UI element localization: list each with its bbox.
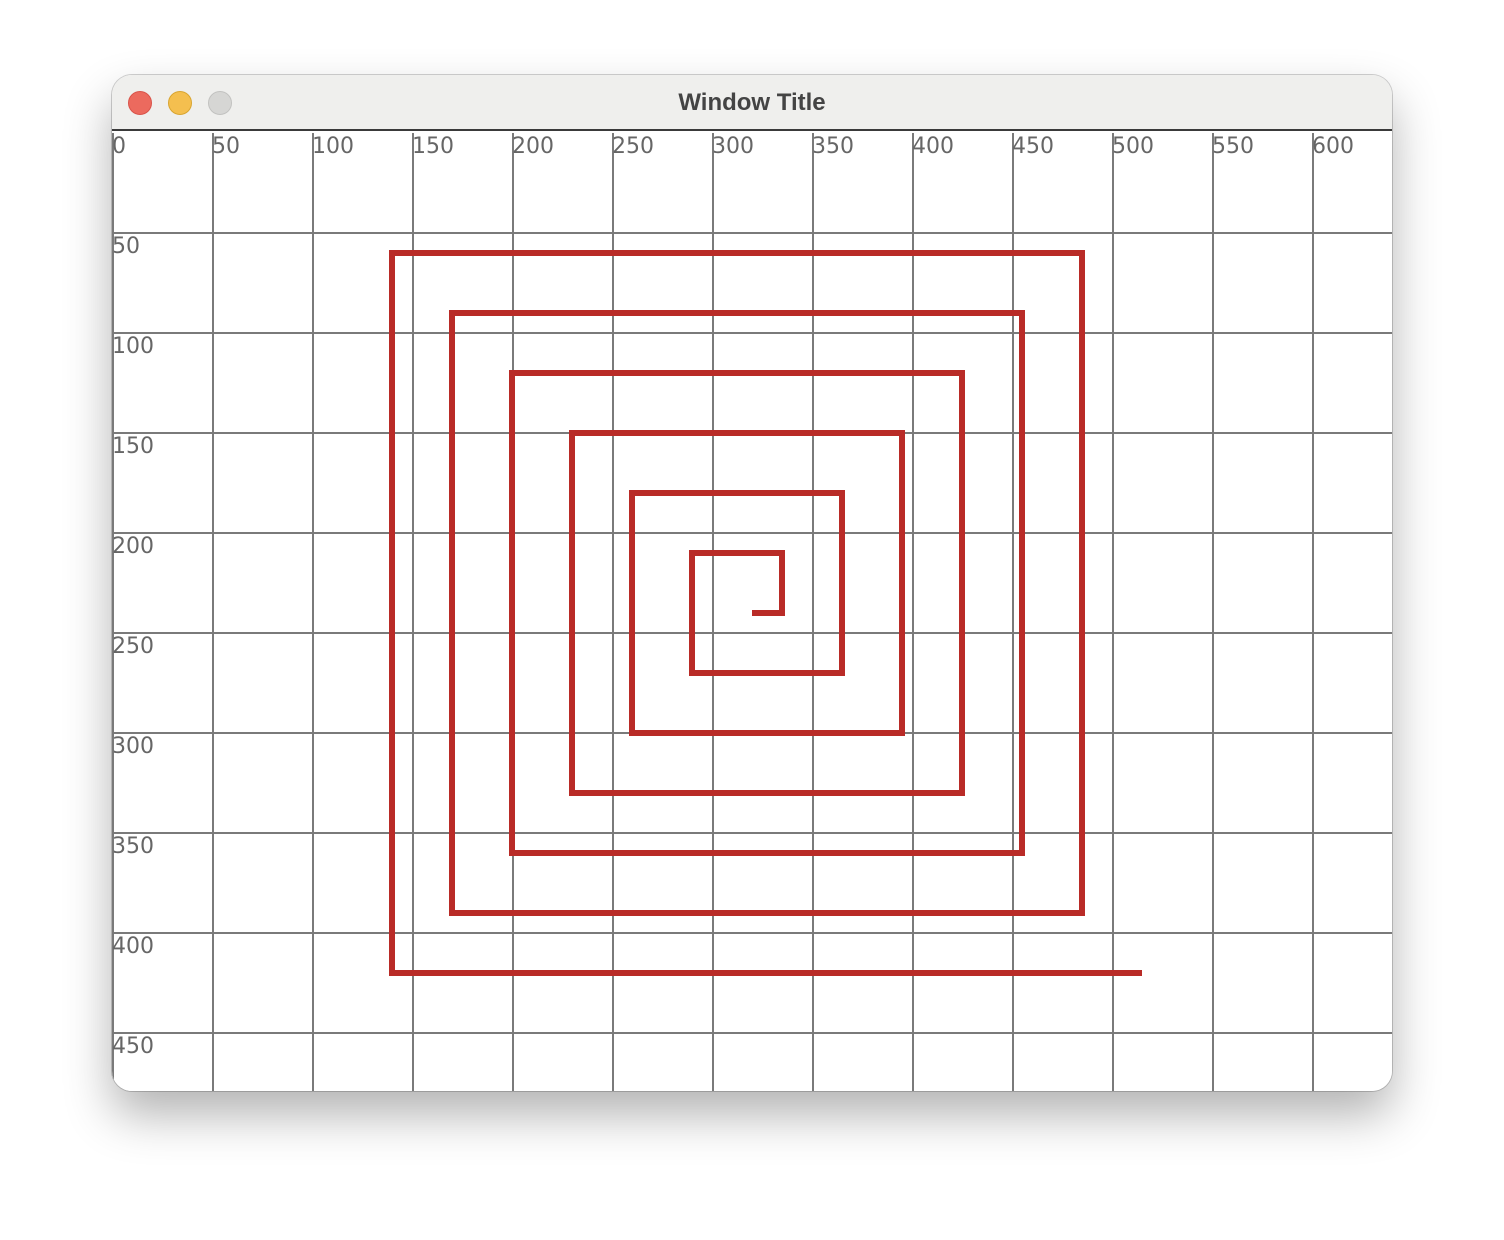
x-tick-label: 50 [212,134,240,159]
x-tick-label: 550 [1212,134,1254,159]
x-tick-label: 300 [712,134,754,159]
y-tick-label: 400 [112,934,154,959]
x-tick-label: 400 [912,134,954,159]
drawing-canvas: 0 50 100 150 200 250 300 350 400 450 500 550 600 50 1… [112,133,1392,1091]
x-tick-label: 450 [1012,134,1054,159]
y-tick-label: 150 [112,434,154,459]
x-tick-label: 600 [1312,134,1354,159]
x-axis-labels: 0 50 100 150 200 250 300 350 400 450 500 550 600 [112,134,1354,159]
x-tick-label: 150 [412,134,454,159]
x-tick-label: 200 [512,134,554,159]
spiral-path [389,250,1142,976]
spiral-layer [389,250,1142,976]
x-tick-label: 0 [112,134,126,159]
y-tick-label: 300 [112,734,154,759]
title-bar[interactable]: Window Title [112,75,1392,131]
window-title: Window Title [678,89,826,116]
y-tick-label: 350 [112,834,154,859]
y-tick-label: 250 [112,634,154,659]
x-tick-label: 100 [312,134,354,159]
grid-canvas-svg: 0 50 100 150 200 250 300 350 400 450 500 550 600 50 1… [112,133,1392,1091]
y-axis-labels: 50 100 150 200 250 300 350 400 450 [112,234,154,1059]
y-tick-label: 450 [112,1034,154,1059]
app-window: Window Title 0 50 100 150 200 250 300 350 400 450… [112,75,1392,1091]
y-tick-label: 50 [112,234,140,259]
x-tick-label: 350 [812,134,854,159]
y-tick-label: 200 [112,534,154,559]
y-tick-label: 100 [112,334,154,359]
x-tick-label: 500 [1112,134,1154,159]
x-tick-label: 250 [612,134,654,159]
